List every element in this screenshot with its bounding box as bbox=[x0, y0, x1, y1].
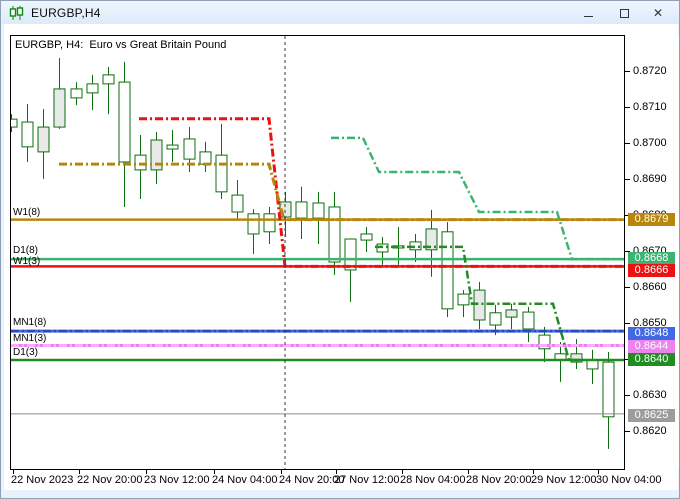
time-tick-label: 22 Nov 2023 bbox=[11, 474, 74, 486]
price-tick bbox=[625, 107, 630, 108]
candle-body bbox=[102, 74, 115, 85]
close-icon: ✕ bbox=[652, 6, 664, 20]
price-tick bbox=[625, 143, 630, 144]
candle-body bbox=[199, 151, 212, 165]
price-badge-0.8625: 0.8625 bbox=[628, 409, 675, 422]
minimize-button[interactable] bbox=[577, 5, 599, 21]
candle-body bbox=[441, 231, 454, 310]
price-tick bbox=[625, 431, 630, 432]
price-badge-0.8644: 0.8644 bbox=[628, 340, 675, 353]
price-badge-0.8640: 0.8640 bbox=[628, 353, 675, 366]
maximize-icon bbox=[619, 8, 629, 18]
candle-body bbox=[360, 233, 373, 241]
close-button[interactable]: ✕ bbox=[647, 5, 669, 21]
candle-body bbox=[21, 121, 34, 148]
candle-body bbox=[134, 154, 147, 171]
candle-body bbox=[215, 154, 228, 193]
level-label-MN1(8): MN1(8) bbox=[13, 317, 47, 329]
window-title: EURGBP,H4 bbox=[31, 5, 101, 20]
candle-body bbox=[473, 289, 486, 321]
candle-body bbox=[183, 138, 196, 160]
price-axis[interactable]: 0.87200.87100.87000.86900.86800.86700.86… bbox=[624, 35, 679, 470]
candle-body bbox=[53, 88, 66, 128]
candlestick-chart-icon bbox=[9, 5, 25, 20]
step-line-W1-8-history bbox=[59, 162, 623, 222]
price-tick-label: 0.8690 bbox=[633, 173, 667, 185]
time-tick-label: 28 Nov 20:00 bbox=[466, 474, 532, 486]
candle-body bbox=[166, 144, 179, 150]
level-label-MN1(3): MN1(3) bbox=[13, 332, 47, 344]
candle-body bbox=[489, 312, 502, 326]
price-tick-label: 0.8710 bbox=[633, 101, 667, 113]
level-label-W1(3): W1(3) bbox=[13, 256, 41, 268]
candle-body bbox=[86, 83, 99, 94]
candle-body bbox=[37, 126, 50, 153]
time-tick-label: 23 Nov 12:00 bbox=[144, 474, 210, 486]
minimize-icon bbox=[583, 16, 593, 17]
candle-body bbox=[231, 194, 244, 213]
candle-body bbox=[11, 118, 18, 128]
candle-body bbox=[505, 309, 518, 318]
candle-body bbox=[263, 213, 276, 233]
price-tick-label: 0.8630 bbox=[633, 389, 667, 401]
maximize-button[interactable] bbox=[613, 5, 635, 21]
price-tick bbox=[625, 287, 630, 288]
price-tick bbox=[625, 179, 630, 180]
candle-body bbox=[247, 213, 260, 235]
time-tick-label: 29 Nov 12:00 bbox=[531, 474, 597, 486]
candle-body bbox=[328, 206, 341, 263]
time-axis[interactable]: 22 Nov 2023 22 Nov 20:00 23 Nov 12:00 24 No… bbox=[10, 470, 678, 490]
price-tick-label: 0.8620 bbox=[633, 425, 667, 437]
price-badge-0.8666: 0.8666 bbox=[628, 264, 675, 277]
price-tick-label: 0.8660 bbox=[633, 281, 667, 293]
step-line-D1-3-history bbox=[375, 245, 589, 362]
price-tick bbox=[625, 71, 630, 72]
price-tick bbox=[625, 395, 630, 396]
candle-body bbox=[295, 201, 308, 219]
price-badge-0.8679: 0.8679 bbox=[628, 213, 675, 226]
chart-window: EURGBP,H4 ✕ EURGBP, H4: Euro vs Great Br… bbox=[0, 0, 680, 499]
time-tick-label: 22 Nov 20:00 bbox=[77, 474, 143, 486]
time-tick-label: 28 Nov 04:00 bbox=[400, 474, 466, 486]
window-titlebar[interactable]: EURGBP,H4 ✕ bbox=[2, 1, 679, 24]
time-tick-label: 30 Nov 04:00 bbox=[596, 474, 662, 486]
chart-symbol-header: EURGBP, H4: Euro vs Great Britain Pound bbox=[15, 39, 227, 51]
price-badge-0.8648: 0.8648 bbox=[628, 327, 675, 340]
price-tick-label: 0.8700 bbox=[633, 137, 667, 149]
candle-body bbox=[70, 88, 83, 99]
candle-body bbox=[602, 361, 615, 418]
time-tick-label: 24 Nov 04:00 bbox=[212, 474, 278, 486]
level-label-W1(8): W1(8) bbox=[13, 206, 41, 218]
price-tick bbox=[625, 323, 630, 324]
level-label-D1(3): D1(3) bbox=[13, 346, 39, 358]
candle-body bbox=[312, 202, 325, 219]
level-label-D1(8): D1(8) bbox=[13, 245, 39, 257]
candle-body bbox=[118, 81, 131, 163]
price-tick-label: 0.8720 bbox=[633, 65, 667, 77]
step-line-D1-8-history bbox=[331, 136, 623, 261]
time-tick-label: 27 Nov 12:00 bbox=[334, 474, 400, 486]
candle-body bbox=[586, 359, 599, 370]
chart-plot-area[interactable]: EURGBP, H4: Euro vs Great Britain Pound … bbox=[10, 35, 625, 470]
candle-body bbox=[457, 293, 470, 306]
candle-body bbox=[522, 311, 535, 330]
